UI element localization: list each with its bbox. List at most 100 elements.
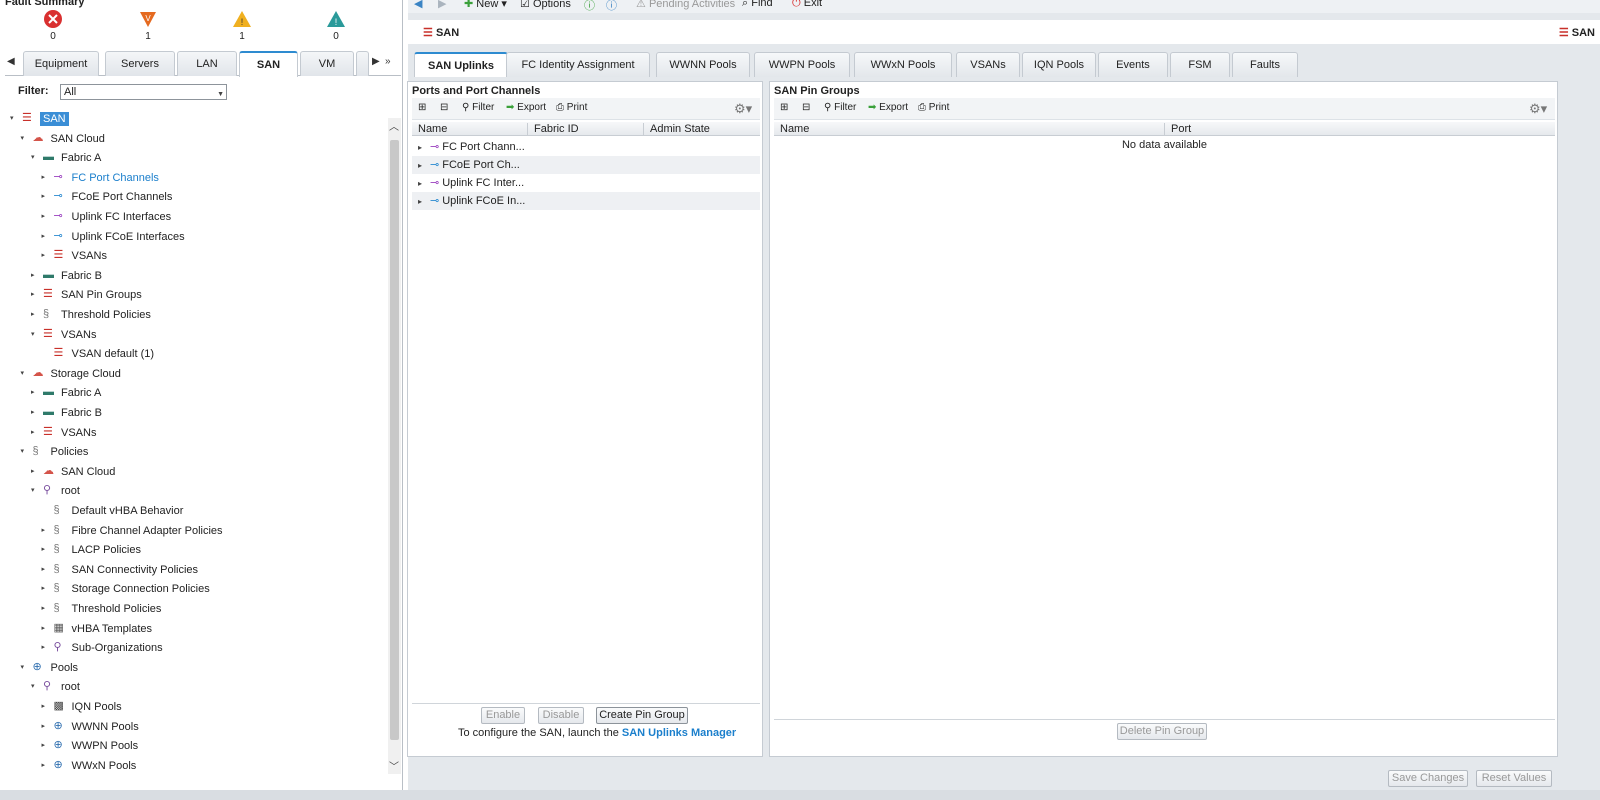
tree-node[interactable]: ▸ ▩ IQN Pools [42, 698, 122, 716]
column-port[interactable]: Port [1165, 123, 1555, 136]
expand-toggle-icon[interactable]: ▸ [42, 228, 52, 246]
expand-toggle-icon[interactable]: ▸ [31, 384, 41, 402]
tree-node[interactable]: ▸ ⊸ FCoE Port Channels [42, 188, 173, 206]
tree-node[interactable]: ▾ ⚲ root [31, 678, 80, 696]
new-menu[interactable]: ✚ New ▾ [464, 0, 507, 10]
tab-san-uplinks[interactable]: SAN Uplinks [414, 52, 508, 77]
disable-button[interactable]: Disable [538, 707, 584, 724]
pin-print-button[interactable]: ⎙ Print [918, 102, 949, 113]
tabs-scroll-right-icon[interactable]: ▶ [372, 56, 380, 67]
tree-node[interactable]: ▸ ⊕ WWPN Pools [42, 737, 139, 755]
tree-node[interactable]: ▾ ☰ VSANs [31, 326, 96, 344]
expand-toggle-icon[interactable]: ▸ [42, 247, 52, 265]
tabs-scroll-left-icon[interactable]: ◀ [7, 56, 15, 67]
tree-node[interactable]: ▸ ⊕ WWxN Pools [42, 757, 137, 775]
tree-node[interactable]: ▸ ⊸ Uplink FC Interfaces [42, 208, 172, 226]
tab-faults[interactable]: Faults [1232, 52, 1298, 77]
critical-fault-indicator[interactable]: 0 [33, 9, 73, 42]
column-admin-state[interactable]: Admin State [644, 123, 760, 136]
expand-toggle-icon[interactable]: ▸ [42, 541, 52, 559]
expand-toggle-icon[interactable]: ▸ [42, 208, 52, 226]
column-fabric-id[interactable]: Fabric ID [528, 123, 644, 136]
scroll-down-icon[interactable]: ﹀ [389, 758, 399, 773]
tab-overflow[interactable] [356, 51, 369, 76]
ports-export-button[interactable]: ➡ Export [506, 102, 546, 113]
tree-node[interactable]: ▸ § Storage Connection Policies [42, 580, 210, 598]
column-name[interactable]: Name [412, 123, 528, 136]
expand-toggle-icon[interactable]: ▸ [31, 267, 41, 285]
tree-node[interactable]: ▾ ▬ Fabric A [31, 149, 101, 167]
major-fault-indicator[interactable]: V 1 [128, 9, 168, 42]
expand-toggle-icon[interactable]: ▸ [42, 561, 52, 579]
expand-toggle-icon[interactable]: ▸ [42, 639, 52, 657]
expand-toggle-icon[interactable]: ▸ [42, 522, 52, 540]
collapse-toggle-icon[interactable]: ▾ [21, 659, 31, 677]
tab-san[interactable]: SAN [239, 51, 298, 77]
expand-toggle-icon[interactable]: ▸ [31, 424, 41, 442]
tab-servers[interactable]: Servers [105, 51, 175, 76]
scrollbar-thumb[interactable] [390, 140, 399, 740]
tab-wwxn-pools[interactable]: WWxN Pools [854, 52, 952, 77]
expand-toggle-icon[interactable]: ▸ [42, 580, 52, 598]
tree-node[interactable]: ▾ ☰ SAN [10, 110, 69, 128]
expand-toggle-icon[interactable]: ▸ [42, 600, 52, 618]
expand-toggle-icon[interactable]: ▸ [418, 175, 430, 193]
options-button[interactable]: ☑ Options [520, 0, 571, 10]
pin-filter-button[interactable]: ⚲ Filter [824, 102, 856, 113]
expand-toggle-icon[interactable]: ▸ [31, 306, 41, 324]
tab-equipment[interactable]: Equipment [23, 51, 99, 76]
tree-node[interactable]: ▸ § SAN Connectivity Policies [42, 561, 199, 579]
expand-all-icon[interactable]: ⊞ [418, 102, 426, 113]
find-button[interactable]: ⌕ Find [742, 0, 773, 10]
tree-node[interactable]: ▾ ⚲ root [31, 482, 80, 500]
expand-toggle-icon[interactable]: ▸ [42, 169, 52, 187]
collapse-toggle-icon[interactable]: ▾ [31, 678, 41, 696]
tree-node[interactable]: ▸ ▬ Fabric A [31, 384, 101, 402]
filter-select[interactable]: All ▼ [60, 84, 227, 100]
tab-wwnn-pools[interactable]: WWNN Pools [656, 52, 750, 77]
forward-icon[interactable]: ▶ [438, 0, 446, 10]
tabs-more-icon[interactable]: » [385, 56, 391, 67]
table-row[interactable]: ▸ ⊸ FC Port Chann... [412, 138, 760, 156]
info-icon[interactable]: ⓘ [606, 0, 617, 13]
tab-vsans[interactable]: VSANs [956, 52, 1020, 77]
expand-toggle-icon[interactable]: ▸ [42, 188, 52, 206]
expand-toggle-icon[interactable]: ▸ [42, 737, 52, 755]
tab-events[interactable]: Events [1098, 52, 1168, 77]
create-pin-group-button[interactable]: Create Pin Group [596, 707, 688, 724]
tree-node[interactable]: ▸ ☰ VSANs [31, 424, 96, 442]
tree-node[interactable]: ▸ § Threshold Policies [42, 600, 162, 618]
collapse-toggle-icon[interactable]: ▾ [31, 326, 41, 344]
collapse-toggle-icon[interactable]: ▾ [31, 149, 41, 167]
expand-toggle-icon[interactable]: ▸ [31, 404, 41, 422]
expand-toggle-icon[interactable]: ▸ [42, 698, 52, 716]
save-changes-button[interactable]: Save Changes [1388, 770, 1468, 787]
collapse-all-icon[interactable]: ⊟ [802, 102, 810, 113]
tree-node[interactable]: ▸ § LACP Policies [42, 541, 142, 559]
expand-toggle-icon[interactable]: ▸ [42, 718, 52, 736]
minor-fault-indicator[interactable]: ! 1 [222, 9, 262, 42]
tree-node[interactable]: ▸ ⊕ WWNN Pools [42, 718, 139, 736]
tree-node[interactable]: ▸ § Fibre Channel Adapter Policies [42, 522, 223, 540]
expand-toggle-icon[interactable]: ▸ [418, 157, 430, 175]
expand-toggle-icon[interactable]: ▸ [31, 286, 41, 304]
tree-node[interactable]: ▸ ⊸ FC Port Channels [42, 169, 159, 187]
tab-wwpn-pools[interactable]: WWPN Pools [754, 52, 850, 77]
tab-iqn-pools[interactable]: IQN Pools [1022, 52, 1096, 77]
tree-node[interactable]: ▾ ☁ SAN Cloud [21, 130, 105, 148]
tree-node[interactable]: ▾ § Policies [21, 443, 89, 461]
tree-node[interactable]: ▸ ☰ VSANs [42, 247, 107, 265]
tab-fsm[interactable]: FSM [1170, 52, 1230, 77]
table-row[interactable]: ▸ ⊸ Uplink FCoE In... [412, 192, 760, 210]
collapse-toggle-icon[interactable]: ▾ [21, 130, 31, 148]
tree-node[interactable]: § Default vHBA Behavior [42, 502, 184, 520]
tree-node[interactable]: ▸ ▬ Fabric B [31, 267, 102, 285]
pending-activities-button[interactable]: ⚠ Pending Activities [636, 0, 735, 10]
collapse-toggle-icon[interactable]: ▾ [21, 365, 31, 383]
tree-node[interactable]: ▸ ⚲ Sub-Organizations [42, 639, 163, 657]
expand-all-icon[interactable]: ⊞ [780, 102, 788, 113]
expand-toggle-icon[interactable]: ▸ [42, 757, 52, 775]
help-icon[interactable]: ⓘ [584, 0, 595, 13]
gear-icon[interactable]: ⚙▾ [734, 101, 758, 117]
tree-node[interactable]: ▾ ⊕ Pools [21, 659, 79, 677]
